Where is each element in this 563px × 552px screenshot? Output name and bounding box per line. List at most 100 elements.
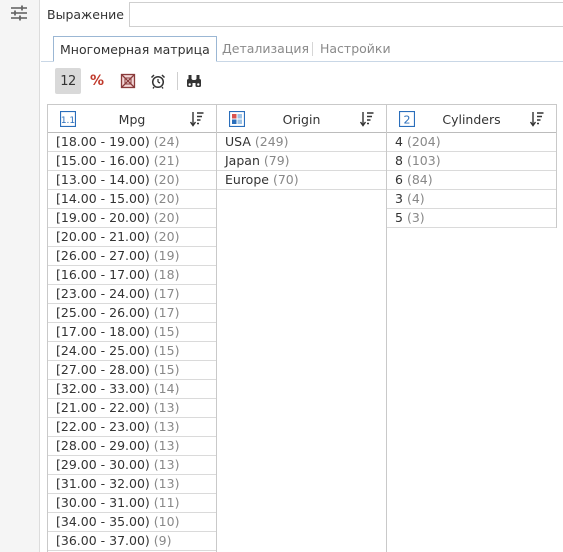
alarm-clock-button[interactable] — [145, 68, 171, 94]
list-item-count: (4) — [406, 191, 425, 206]
sort-descending-icon[interactable] — [360, 111, 374, 127]
list-item-label: 6 — [395, 172, 403, 187]
column-body-mpg: [18.00 - 19.00) (24) [15.00 - 16.00) (21) [1… — [48, 133, 216, 551]
list-item[interactable]: Japan (79) — [217, 152, 386, 171]
list-item-count: (204) — [406, 134, 441, 149]
list-item[interactable]: [27.00 - 28.00) (15) — [48, 361, 216, 380]
list-item-count: (79) — [263, 153, 290, 168]
list-item[interactable]: [21.00 - 22.00) (13) — [48, 399, 216, 418]
count-button[interactable]: 12 — [55, 68, 81, 94]
crossed-box-icon — [120, 73, 136, 89]
binoculars-button[interactable] — [181, 68, 207, 94]
column-body-cylinders: 4 (204) 8 (103) 6 (84) 3 (4) 5 (3) — [387, 133, 556, 228]
list-item[interactable]: [23.00 - 24.00) (17) — [48, 285, 216, 304]
sliders-settings-icon[interactable] — [10, 5, 28, 21]
list-item-label: [17.00 - 18.00) — [56, 324, 150, 339]
list-item-count: (19) — [153, 248, 180, 263]
list-item-label: [23.00 - 24.00) — [56, 286, 150, 301]
list-item-label: [36.00 - 37.00) — [56, 533, 150, 548]
list-item-count: (20) — [153, 210, 180, 225]
list-item[interactable]: [34.00 - 35.00) (10) — [48, 513, 216, 532]
list-item-count: (13) — [153, 438, 180, 453]
list-item-count: (20) — [153, 191, 180, 206]
list-item[interactable]: [19.00 - 20.00) (20) — [48, 209, 216, 228]
tab-settings[interactable]: Настройки — [314, 36, 397, 62]
list-item[interactable]: [13.00 - 14.00) (20) — [48, 171, 216, 190]
list-item-label: [28.00 - 29.00) — [56, 438, 150, 453]
list-item-label: 3 — [395, 191, 403, 206]
list-item[interactable]: [28.00 - 29.00) (13) — [48, 437, 216, 456]
sort-descending-icon[interactable] — [530, 111, 544, 127]
list-item-count: (17) — [153, 286, 180, 301]
list-item-count: (13) — [153, 419, 180, 434]
list-item[interactable]: [22.00 - 23.00) (13) — [48, 418, 216, 437]
list-item[interactable]: [15.00 - 16.00) (21) — [48, 152, 216, 171]
list-item[interactable]: [29.00 - 30.00) (13) — [48, 456, 216, 475]
list-item-count: (9) — [153, 533, 172, 548]
list-item[interactable]: [14.00 - 15.00) (20) — [48, 190, 216, 209]
list-item-label: [13.00 - 14.00) — [56, 172, 150, 187]
list-item[interactable]: [18.00 - 19.00) (24) — [48, 133, 216, 152]
list-item[interactable]: [24.00 - 25.00) (15) — [48, 342, 216, 361]
list-item[interactable]: 6 (84) — [387, 171, 556, 190]
list-item[interactable]: [30.00 - 31.00) (11) — [48, 494, 216, 513]
list-item[interactable]: 3 (4) — [387, 190, 556, 209]
list-item-label: 4 — [395, 134, 403, 149]
list-item-label: [31.00 - 32.00) — [56, 476, 150, 491]
list-item[interactable]: [16.00 - 17.00) (18) — [48, 266, 216, 285]
list-item-count: (3) — [406, 210, 425, 225]
list-item-label: [19.00 - 20.00) — [56, 210, 150, 225]
list-item[interactable]: USA (249) — [217, 133, 386, 152]
list-item-count: (17) — [153, 305, 180, 320]
list-item-count: (11) — [153, 495, 180, 510]
list-item[interactable]: [31.00 - 32.00) (13) — [48, 475, 216, 494]
left-rail — [0, 0, 40, 552]
list-item[interactable]: Europe (70) — [217, 171, 386, 190]
list-item-label: [34.00 - 35.00) — [56, 514, 150, 529]
list-item[interactable]: 5 (3) — [387, 209, 556, 228]
toolbar-separator — [177, 72, 178, 90]
list-item-label: 5 — [395, 210, 403, 225]
list-item-label: [32.00 - 33.00) — [56, 381, 150, 396]
list-item[interactable]: [36.00 - 37.00) (9) — [48, 532, 216, 551]
list-item-label: [18.00 - 19.00) — [56, 134, 150, 149]
list-item-label: 8 — [395, 153, 403, 168]
column-header-origin: Origin — [217, 105, 386, 133]
percent-button[interactable]: % — [84, 68, 110, 94]
list-item-count: (24) — [153, 134, 180, 149]
list-item-count: (13) — [153, 476, 180, 491]
sort-descending-icon[interactable] — [190, 111, 204, 127]
list-item-count: (15) — [153, 343, 180, 358]
list-item-count: (84) — [406, 172, 433, 187]
list-item[interactable]: [25.00 - 26.00) (17) — [48, 304, 216, 323]
toolbar: 12 % — [41, 62, 563, 100]
percent-icon: % — [89, 73, 105, 89]
list-item[interactable]: [20.00 - 21.00) (20) — [48, 228, 216, 247]
list-item-count: (13) — [153, 457, 180, 472]
tab-detailing[interactable]: Детализация — [216, 36, 315, 62]
list-item-label: [21.00 - 22.00) — [56, 400, 150, 415]
list-item[interactable]: [32.00 - 33.00) (14) — [48, 380, 216, 399]
expression-input[interactable] — [129, 2, 563, 27]
column-header-mpg: 1.1 Mpg — [48, 105, 216, 133]
list-item[interactable]: [26.00 - 27.00) (19) — [48, 247, 216, 266]
list-item-label: [26.00 - 27.00) — [56, 248, 150, 263]
list-item-label: USA — [225, 134, 251, 149]
list-item-label: [29.00 - 30.00) — [56, 457, 150, 472]
list-item-count: (70) — [272, 172, 299, 187]
tab-separator — [312, 42, 313, 56]
crossed-box-button[interactable] — [115, 68, 141, 94]
list-item[interactable]: [17.00 - 18.00) (15) — [48, 323, 216, 342]
binoculars-icon — [187, 75, 201, 87]
expression-row: Выражение — [41, 0, 563, 30]
list-item[interactable]: 4 (204) — [387, 133, 556, 152]
count-icon: 12 — [60, 73, 76, 89]
list-item-label: [22.00 - 23.00) — [56, 419, 150, 434]
tab-multidimensional-matrix[interactable]: Многомерная матрица — [53, 36, 217, 62]
list-item[interactable]: 8 (103) — [387, 152, 556, 171]
list-item-count: (249) — [254, 134, 289, 149]
list-item-count: (13) — [153, 400, 180, 415]
list-item-label: [30.00 - 31.00) — [56, 495, 150, 510]
list-item-label: [24.00 - 25.00) — [56, 343, 150, 358]
list-item-label: [14.00 - 15.00) — [56, 191, 150, 206]
